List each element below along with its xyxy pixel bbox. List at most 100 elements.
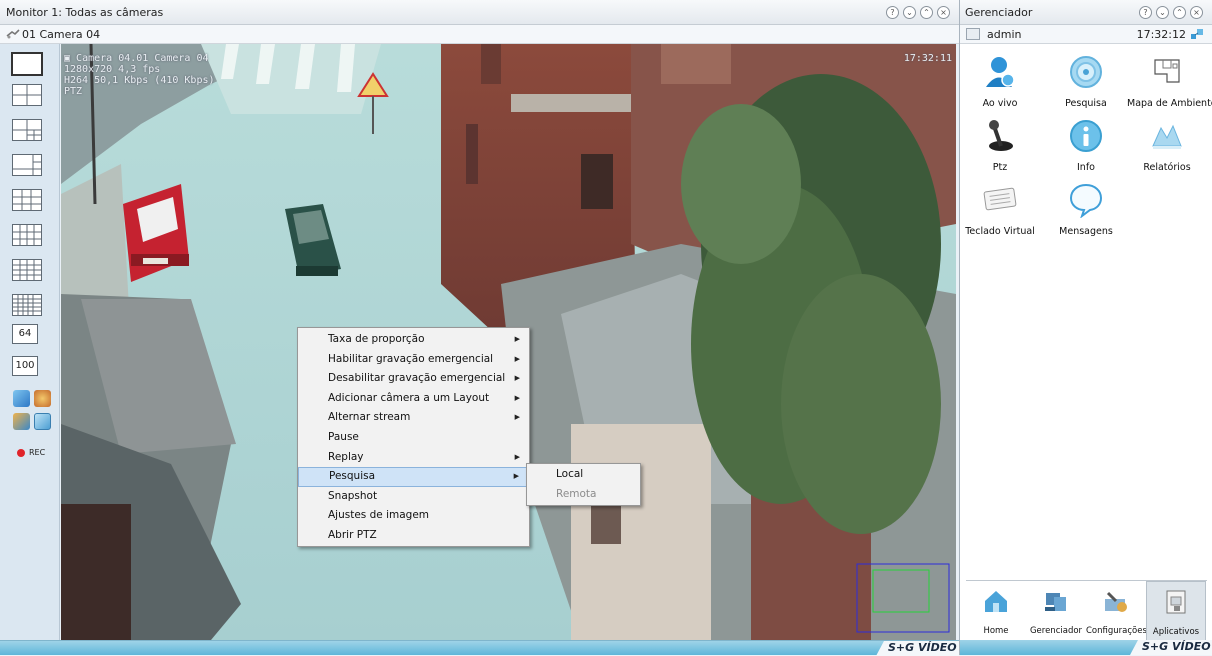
menu-item-taxa-proporcao[interactable]: Taxa de proporção ▶ <box>298 330 529 350</box>
app-info[interactable]: Info <box>1046 118 1126 173</box>
sg-video-logo: S+G VÍDEO <box>1142 640 1211 653</box>
dock-configuracoes[interactable]: Configurações <box>1086 581 1147 641</box>
keyboard-icon <box>983 187 1017 211</box>
menu-item-label: Alternar stream <box>328 411 411 424</box>
maximize-icon[interactable]: ⌃ <box>1173 6 1186 19</box>
user-bar: admin 17:32:12 <box>960 25 1212 44</box>
menu-item-label: Snapshot <box>328 489 378 502</box>
app-ptz[interactable]: Ptz <box>960 118 1040 173</box>
menu-item-label: Adicionar câmera a um Layout <box>328 391 490 404</box>
reports-icon <box>1152 124 1182 149</box>
app-label: Pesquisa <box>1065 98 1107 109</box>
app-label: Mensagens <box>1059 226 1113 237</box>
menu-item-abrir-ptz[interactable]: Abrir PTZ <box>298 526 529 546</box>
menu-item-label: Desabilitar gravação emergencial <box>328 372 506 385</box>
submenu-arrow-icon: ▶ <box>514 393 520 402</box>
menu-item-label: Taxa de proporção <box>328 333 425 345</box>
manager-panel: Gerenciador ? ⌄ ⌃ × admin 17:32:12 Ao vi… <box>959 0 1212 655</box>
submenu-arrow-icon: ▶ <box>514 413 520 422</box>
speech-bubble-icon <box>1069 183 1103 219</box>
sequence-icon[interactable] <box>34 390 51 407</box>
video-info-overlay: ▣ Camera 04.01 Camera 04 1280x720 4,3 fp… <box>64 53 215 97</box>
overlay-bitrate: H264 50,1 Kbps (410 Kbps) <box>64 75 215 86</box>
maximize-icon[interactable]: ⌃ <box>920 6 933 19</box>
layout-3x3-button[interactable] <box>12 189 42 211</box>
app-teclado-virtual[interactable]: Teclado Virtual <box>960 182 1040 237</box>
overlay-time: 17:32:11 <box>903 53 952 64</box>
menu-item-pesquisa[interactable]: Pesquisa ▶ <box>298 467 529 487</box>
submenu-arrow-icon: ▶ <box>514 374 520 383</box>
dock-aplicativos[interactable]: Aplicativos <box>1146 581 1206 641</box>
camera-name: 01 Camera 04 <box>22 28 101 41</box>
minimize-icon[interactable]: ⌄ <box>1156 6 1169 19</box>
dock-home[interactable]: Home <box>966 581 1026 641</box>
app-pesquisa[interactable]: Pesquisa <box>1046 54 1126 109</box>
network-status-icon <box>1191 29 1203 39</box>
submenu-item-label: Local <box>556 468 584 480</box>
menu-item-pause[interactable]: Pause <box>298 428 529 448</box>
manager-titlebar: Gerenciador ? ⌄ ⌃ × <box>960 0 1212 25</box>
submenu-item-local[interactable]: Local <box>527 465 640 485</box>
dock-label: Configurações <box>1086 626 1147 636</box>
user-window-icon <box>966 28 980 40</box>
overlay-resolution: 1280x720 4,3 fps <box>64 64 161 75</box>
menu-item-replay[interactable]: Replay ▶ <box>298 448 529 468</box>
camera-icon <box>6 29 20 39</box>
fullscreen-monitor-icon[interactable] <box>13 390 30 407</box>
camera-window-icon: ▣ <box>64 53 77 64</box>
menu-item-label: Pause <box>328 430 359 443</box>
dock-label: Aplicativos <box>1152 627 1200 637</box>
info-icon <box>1070 120 1102 152</box>
search-disc-icon <box>1070 56 1102 88</box>
expand-icon[interactable] <box>34 413 51 430</box>
monitor-title: Monitor 1: Todas as câmeras <box>6 6 164 19</box>
menu-item-adicionar-layout[interactable]: Adicionar câmera a um Layout ▶ <box>298 389 529 409</box>
app-relatorios[interactable]: Relatórios <box>1127 118 1207 173</box>
app-mensagens[interactable]: Mensagens <box>1046 182 1126 237</box>
menu-item-habilitar-gravacao[interactable]: Habilitar gravação emergencial ▶ <box>298 350 529 370</box>
settings-icon <box>1105 591 1127 612</box>
close-icon[interactable]: × <box>937 6 950 19</box>
app-label: Teclado Virtual <box>965 226 1035 237</box>
app-mapa-ambientes[interactable]: Mapa de Ambientes <box>1127 54 1212 109</box>
menu-item-desabilitar-gravacao[interactable]: Desabilitar gravação emergencial ▶ <box>298 369 529 389</box>
minimize-icon[interactable]: ⌄ <box>903 6 916 19</box>
record-button[interactable]: REC <box>17 448 45 457</box>
layout-3x4-button[interactable] <box>12 224 42 246</box>
layout-100-button[interactable]: 100 <box>12 356 38 376</box>
close-icon[interactable]: × <box>1190 6 1203 19</box>
dock-label: Home <box>983 626 1009 636</box>
help-icon[interactable]: ? <box>886 6 899 19</box>
app-label: Info <box>1077 162 1095 173</box>
manager-clock: 17:32:12 <box>1136 28 1186 41</box>
menu-item-label: Abrir PTZ <box>328 528 377 541</box>
menu-item-ajustes-imagem[interactable]: Ajustes de imagem <box>298 506 529 526</box>
context-menu: Taxa de proporção ▶ Habilitar gravação em… <box>297 327 530 547</box>
layout-64-button[interactable]: 64 <box>12 324 38 344</box>
record-label: REC <box>29 448 46 457</box>
layout-1plus7-button[interactable] <box>12 154 42 176</box>
layout-1x1-button[interactable] <box>11 52 43 76</box>
user-camera-icon[interactable] <box>13 413 30 430</box>
layout-sidebar: 64 100 REC <box>0 44 60 640</box>
menu-item-alternar-stream[interactable]: Alternar stream ▶ <box>298 408 529 428</box>
manager-title: Gerenciador <box>965 6 1033 19</box>
layout-4x4-button[interactable] <box>12 259 42 281</box>
layout-2x2-button[interactable] <box>12 84 42 106</box>
monitor-bottom-strip: S+G VÍDEO <box>0 640 959 656</box>
apps-icon <box>1166 590 1186 614</box>
layout-1plus5-button[interactable] <box>12 119 42 141</box>
menu-item-snapshot[interactable]: Snapshot <box>298 487 529 507</box>
layout-5x5-button[interactable] <box>12 294 42 316</box>
menu-item-label: Habilitar gravação emergencial <box>328 352 494 365</box>
record-dot-icon <box>17 448 25 457</box>
dock-gerenciador[interactable]: Gerenciador <box>1026 581 1086 641</box>
submenu-arrow-icon: ▶ <box>514 335 520 343</box>
manager-bottom-strip: S+G VÍDEO <box>960 640 1212 655</box>
submenu-arrow-icon: ▶ <box>514 354 520 363</box>
overlay-ptz: PTZ <box>64 86 83 97</box>
app-label: Ptz <box>992 162 1008 173</box>
help-icon[interactable]: ? <box>1139 6 1152 19</box>
app-ao-vivo[interactable]: Ao vivo <box>960 54 1040 109</box>
submenu-arrow-icon: ▶ <box>514 452 520 461</box>
